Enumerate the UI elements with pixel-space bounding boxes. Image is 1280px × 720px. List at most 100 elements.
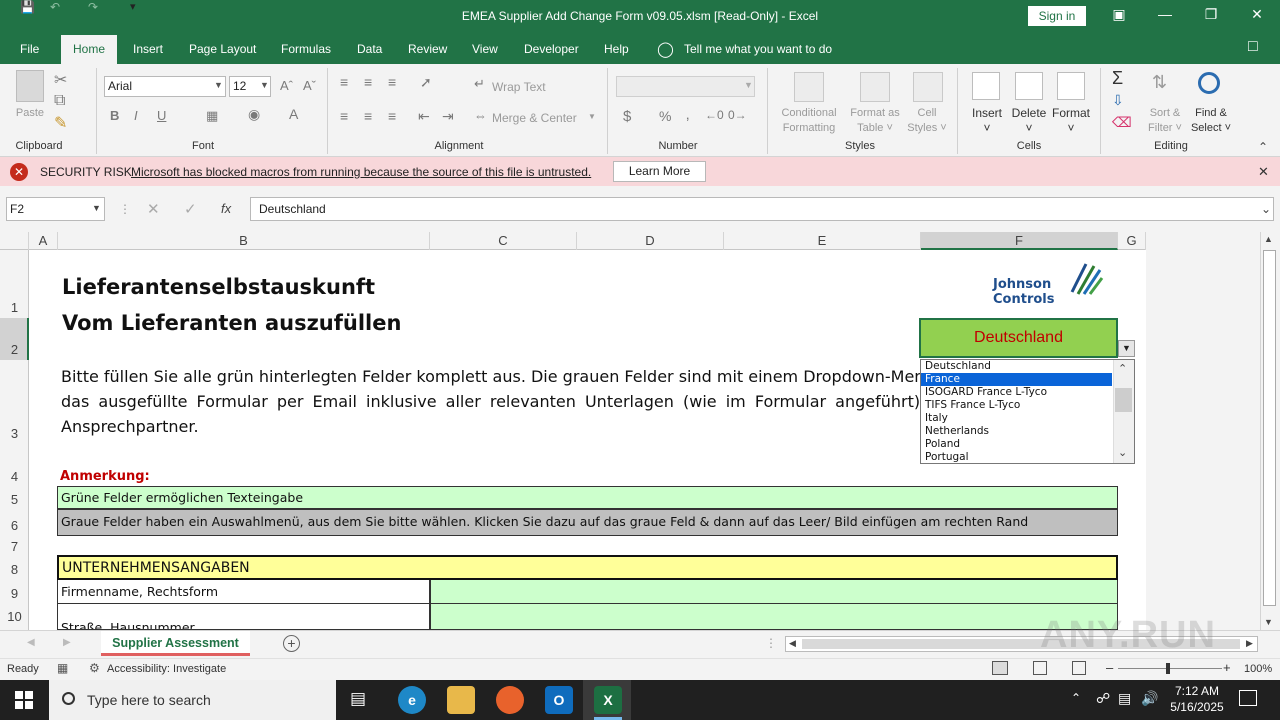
align-right-icon[interactable]: ≡ [388,108,396,124]
tab-file[interactable]: File [20,42,39,56]
tab-insert[interactable]: Insert [133,42,163,56]
scroll-down-icon[interactable]: ▼ [1264,617,1273,627]
row-header-7[interactable]: 7 [0,539,29,554]
tab-home[interactable]: Home [61,35,117,65]
expand-formula-bar-icon[interactable]: ⌄ [1261,202,1271,216]
excel-icon[interactable]: X [594,686,622,714]
column-header-a[interactable]: A [29,232,58,250]
name-box[interactable]: F2 [6,197,105,221]
task-view-icon[interactable]: ▤ [350,689,366,709]
column-header-g[interactable]: G [1118,232,1146,250]
column-header-b[interactable]: B [58,232,430,250]
scroll-right-icon[interactable]: ▶ [1246,638,1253,649]
row-header-6[interactable]: 6 [0,518,29,533]
underline-icon[interactable]: U [157,108,166,123]
notifications-icon[interactable] [1239,690,1257,706]
orientation-icon[interactable]: ➚ [420,74,432,91]
dropdown-scroll-down-icon[interactable]: ⌄ [1118,446,1127,459]
row-header-9[interactable]: 9 [0,586,29,601]
row-header-8[interactable]: 8 [0,562,29,577]
conditional-formatting-icon[interactable] [794,72,824,102]
formula-input[interactable]: Deutschland [250,197,1274,221]
align-bottom-icon[interactable]: ≡ [388,74,396,90]
align-top-icon[interactable]: ≡ [340,74,348,90]
insert-function-icon[interactable]: fx [221,201,231,216]
column-header-d[interactable]: D [577,232,724,250]
fill-color-icon[interactable]: ◉ [248,106,260,123]
wrap-text-icon[interactable]: ↵ [474,76,485,92]
paste-button[interactable]: Paste [12,106,48,121]
insert-cells-button[interactable]: Insert ˅ [968,106,1006,136]
increase-decimal-icon[interactable]: ←0 [705,108,724,122]
number-format-select[interactable] [616,76,755,97]
sort-filter-button[interactable]: Sort & Filter ˅ [1144,106,1186,136]
format-as-table-icon[interactable] [860,72,890,102]
fill-icon[interactable]: ⇩ [1112,92,1124,109]
autosum-icon[interactable]: Σ [1112,68,1123,89]
zoom-slider-thumb[interactable] [1166,663,1170,674]
restore-icon[interactable]: ❐ [1196,6,1226,23]
dropdown-option[interactable]: ISOGARD France L-Tyco [925,386,1047,398]
merge-center-icon[interactable]: ⇔ [474,108,487,123]
copy-icon[interactable]: ⧉ [54,92,65,110]
ribbon-display-icon[interactable]: ▣ [1104,6,1134,23]
decrease-font-icon[interactable]: Aˇ [303,78,316,93]
vertical-scroll-thumb[interactable] [1263,250,1276,606]
percent-icon[interactable]: % [659,108,671,124]
insert-cells-icon[interactable] [972,72,1000,100]
clear-icon[interactable]: ⌫ [1112,114,1132,131]
cut-icon[interactable]: ✂ [54,70,67,90]
format-cells-button[interactable]: Format ˅ [1050,106,1092,136]
dropdown-option-selected[interactable]: France [925,373,960,385]
page-layout-view-icon[interactable] [1033,661,1047,675]
taskbar-clock[interactable]: 7:12 AM 5/16/2025 [1162,683,1232,715]
accessibility-status[interactable]: Accessibility: Investigate [107,663,226,675]
row-header-3[interactable]: 3 [0,426,29,441]
page-break-view-icon[interactable] [1072,661,1086,675]
decrease-decimal-icon[interactable]: 0→ [728,108,747,122]
company-name-field[interactable] [430,580,1118,604]
tray-chevron-icon[interactable]: ⌃ [1071,691,1081,705]
prev-sheet-icon[interactable]: ◀ [27,637,35,648]
zoom-in-icon[interactable]: + [1223,660,1231,675]
column-header-e[interactable]: E [724,232,921,250]
format-as-table-button[interactable]: Format as Table ˅ [846,106,904,136]
dropdown-option[interactable]: Portugal [925,451,969,463]
windows-start-icon[interactable] [15,691,33,709]
zoom-level[interactable]: 100% [1244,663,1272,675]
font-color-icon[interactable]: A [289,106,298,122]
learn-more-button[interactable]: Learn More [613,161,706,182]
sheet-tab-supplier-assessment[interactable]: Supplier Assessment [101,631,250,656]
paste-icon[interactable] [16,70,44,102]
font-name-select[interactable]: Arial [104,76,226,97]
format-painter-icon[interactable]: ✎ [54,113,67,133]
row-header-10[interactable]: 10 [0,609,29,624]
align-center-icon[interactable]: ≡ [364,108,372,124]
increase-indent-icon[interactable]: ⇥ [442,108,454,125]
network-tray-icon[interactable]: ☍ [1096,690,1110,707]
file-explorer-icon[interactable] [447,686,475,714]
next-sheet-icon[interactable]: ▶ [63,637,71,648]
wrap-text-button[interactable]: Wrap Text [492,80,546,95]
dropdown-scroll-thumb[interactable] [1115,388,1132,412]
bold-icon[interactable]: B [110,108,119,123]
conditional-formatting-button[interactable]: Conditional Formatting [774,106,844,136]
security-message-link[interactable]: Microsoft has blocked macros from runnin… [131,165,591,179]
confirm-entry-icon[interactable]: ✓ [184,200,197,218]
edge-icon[interactable]: e [398,686,426,714]
delete-cells-icon[interactable] [1015,72,1043,100]
decrease-indent-icon[interactable]: ⇤ [418,108,430,125]
outlook-icon[interactable]: O [545,686,573,714]
currency-icon[interactable]: $ [623,108,631,125]
taskbar-search-input[interactable]: Type here to search [49,680,336,720]
column-header-c[interactable]: C [430,232,577,250]
accessibility-icon[interactable]: ⚙ [89,661,100,675]
comma-style-icon[interactable]: ‚ [686,106,689,123]
tab-view[interactable]: View [472,42,498,56]
italic-icon[interactable]: I [134,108,138,123]
scroll-up-icon[interactable]: ▲ [1264,234,1273,244]
name-box-chevron-icon[interactable]: ▼ [92,203,101,213]
note-green-field[interactable]: Grüne Felder ermöglichen Texteingabe [57,486,1118,509]
tab-help[interactable]: Help [604,42,629,56]
tabs-split-grip-icon[interactable]: ⋮ [765,636,777,650]
